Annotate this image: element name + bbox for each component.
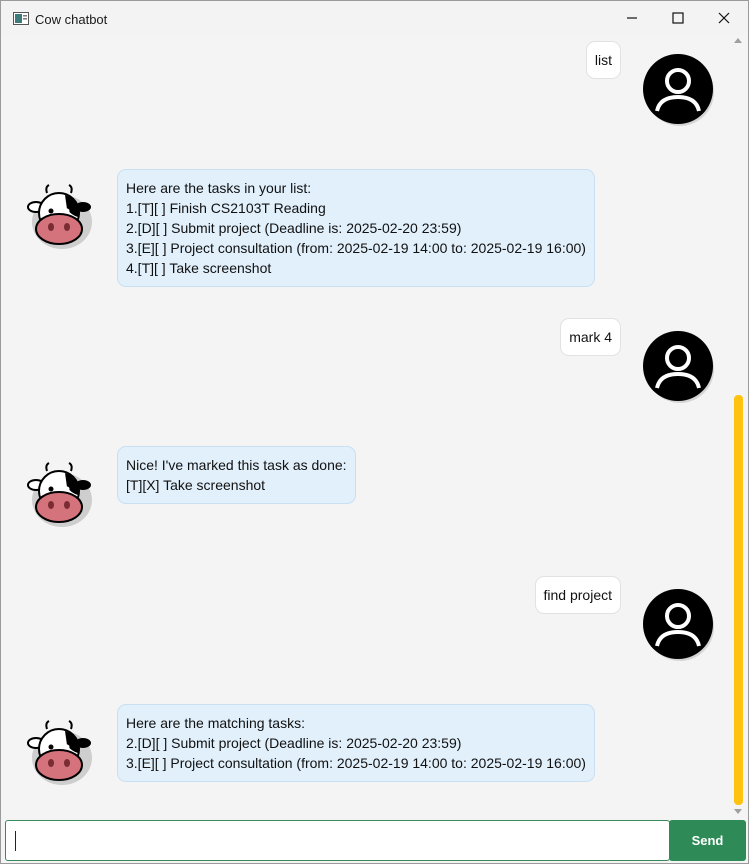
- message-line: list: [594, 52, 612, 68]
- scroll-up-arrow-icon[interactable]: [734, 38, 742, 43]
- scrollbar-thumb[interactable]: [734, 395, 743, 805]
- bot-message-bubble: Here are the tasks in your list: 1.[T][ …: [117, 169, 595, 287]
- message-line: 3.[E][ ] Project consultation (from: 202…: [126, 240, 586, 256]
- message-line: 2.[D][ ] Submit project (Deadline is: 20…: [126, 735, 462, 751]
- person-icon: [643, 331, 714, 403]
- user-message-bubble: list: [585, 41, 621, 79]
- person-icon: [643, 589, 714, 661]
- cow-icon: [27, 462, 92, 527]
- close-icon: [718, 12, 730, 24]
- send-button[interactable]: Send: [669, 820, 746, 861]
- message-input[interactable]: [6, 821, 669, 860]
- message-line: [T][X] Take screenshot: [126, 477, 266, 493]
- message-line: Here are the tasks in your list:: [126, 180, 312, 196]
- maximize-button[interactable]: [655, 1, 701, 35]
- message-line: mark 4: [569, 329, 612, 345]
- message-line: Here are the matching tasks:: [126, 715, 305, 731]
- message-line: 4.[T][ ] Take screenshot: [126, 260, 272, 276]
- close-button[interactable]: [701, 1, 747, 35]
- title-bar[interactable]: Cow chatbot: [1, 1, 748, 35]
- maximize-icon: [672, 12, 684, 24]
- message-line: 2.[D][ ] Submit project (Deadline is: 20…: [126, 220, 462, 236]
- message-line: 1.[T][ ] Finish CS2103T Reading: [126, 200, 326, 216]
- cow-icon: [27, 720, 92, 785]
- user-message-bubble: find project: [534, 576, 621, 614]
- bot-message-bubble: Here are the matching tasks: 2.[D][ ] Su…: [117, 704, 595, 782]
- text-caret: [15, 831, 16, 851]
- bot-message-bubble: Nice! I've marked this task as done: [T]…: [117, 446, 356, 504]
- vertical-scrollbar[interactable]: [732, 35, 744, 817]
- message-input-field[interactable]: [5, 820, 670, 861]
- message-line: 3.[E][ ] Project consultation (from: 202…: [126, 755, 586, 771]
- minimize-icon: [627, 17, 637, 19]
- message-line: Nice! I've marked this task as done:: [126, 457, 347, 473]
- app-window: Cow chatbot list Here are the tasks in y…: [0, 0, 749, 864]
- chat-scroll-pane[interactable]: list Here are the tasks in your list: 1.: [5, 35, 733, 817]
- scroll-down-arrow-icon[interactable]: [734, 809, 742, 814]
- cow-icon: [27, 184, 92, 249]
- message-line: find project: [543, 587, 612, 603]
- person-icon: [643, 54, 714, 126]
- user-message-bubble: mark 4: [560, 318, 621, 356]
- app-icon: [13, 12, 29, 25]
- window-title: Cow chatbot: [35, 12, 108, 27]
- minimize-button[interactable]: [609, 1, 655, 35]
